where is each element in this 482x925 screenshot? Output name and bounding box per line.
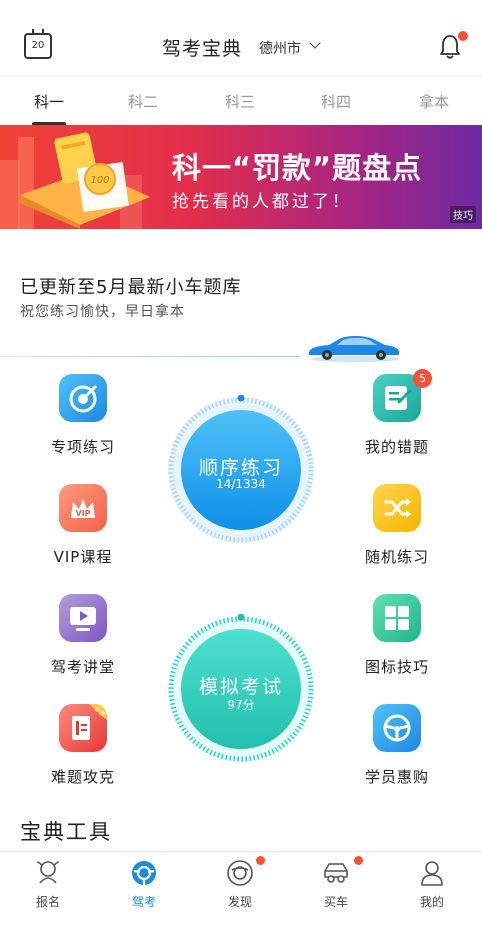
- banner-title: 科一“罚款”题盘点: [172, 151, 423, 185]
- nav-discover[interactable]: 发现: [192, 852, 288, 916]
- random-practice-item[interactable]: 随机练习: [347, 484, 447, 567]
- video-play-icon: [59, 594, 107, 642]
- banner-tag: 技巧: [450, 206, 476, 223]
- tab-subject-1[interactable]: 科一: [19, 91, 79, 112]
- app-title: 驾考宝典: [162, 38, 243, 60]
- nav-enroll-label: 报名: [35, 895, 60, 909]
- calendar-day: 20: [31, 40, 45, 51]
- special-practice-label: 专项练习: [50, 438, 115, 456]
- nav-driving-test-label: 驾考: [131, 895, 156, 909]
- tab-subject-2[interactable]: 科二: [113, 91, 173, 112]
- edit-note-icon: 5: [373, 369, 432, 422]
- sign-tips-label: 图标技巧: [364, 658, 429, 676]
- student-deals-label: 学员惠购: [364, 768, 429, 786]
- vip-course-label: VIP课程: [53, 548, 113, 566]
- nav-driving-test[interactable]: 驾考: [96, 852, 192, 916]
- my-mistakes-item[interactable]: 5 我的错题: [347, 369, 447, 457]
- buy-car-icon: [324, 863, 348, 883]
- nav-mine[interactable]: 我的: [384, 852, 480, 916]
- mistakes-count-badge: 5: [413, 369, 432, 388]
- vip-course-item[interactable]: VIP VIP课程: [33, 484, 133, 567]
- random-practice-label: 随机练习: [364, 548, 429, 566]
- steering-wheel-icon: [373, 704, 421, 752]
- discover-icon: [227, 860, 253, 886]
- subject-tabs: 科一 科二 科三 科四 拿本: [0, 76, 482, 126]
- profile-icon: [421, 861, 443, 886]
- sequential-practice-button[interactable]: 顺序练习 14/1334: [166, 394, 316, 545]
- lecture-hall-label: 驾考讲堂: [50, 658, 115, 676]
- mock-exam-label: 模拟考试: [198, 676, 283, 698]
- nav-buy-car-label: 买车: [323, 895, 348, 909]
- question-bank-update-subtitle: 祝您练习愉快，早日拿本: [20, 304, 185, 320]
- nav-buy-car[interactable]: 买车: [288, 852, 384, 916]
- enroll-icon: [37, 861, 59, 884]
- special-practice-item[interactable]: 专项练习: [33, 374, 133, 457]
- vip-crown-icon: VIP: [59, 484, 107, 532]
- tab-subject-3[interactable]: 科三: [210, 91, 270, 112]
- city-selector[interactable]: 德州市: [259, 38, 301, 58]
- road-line: [0, 356, 300, 357]
- banner-subtitle: 抢先看的人都过了！: [172, 192, 352, 212]
- nav-discover-dot: [256, 856, 265, 865]
- promo-banner[interactable]: 100 科一“罚款”题盘点 抢先看的人都过了！ 技巧: [0, 125, 482, 229]
- nav-enroll[interactable]: 报名: [0, 852, 96, 916]
- banner-coin-number: 100: [90, 175, 109, 186]
- book-icon: 必做: [59, 704, 107, 752]
- banner-illustration: 100: [0, 132, 150, 229]
- nav-discover-label: 发现: [227, 895, 252, 909]
- hard-questions-label: 难题攻克: [50, 768, 115, 786]
- sequential-practice-label: 顺序练习: [198, 457, 283, 479]
- lecture-hall-item[interactable]: 驾考讲堂: [33, 594, 133, 677]
- tab-get-license[interactable]: 拿本: [404, 91, 464, 112]
- hard-questions-item[interactable]: 必做 难题攻克: [33, 704, 133, 787]
- grid-icon: [373, 594, 421, 642]
- car-icon: [309, 335, 399, 362]
- mock-exam-button[interactable]: 模拟考试 97分: [166, 613, 316, 764]
- mock-exam-score: 97分: [227, 698, 255, 712]
- chevron-down-icon[interactable]: [309, 37, 321, 49]
- nav-mine-label: 我的: [419, 895, 444, 909]
- nav-buy-car-dot: [354, 856, 363, 865]
- vip-icon-text: VIP: [75, 509, 90, 518]
- target-icon: [59, 374, 107, 422]
- sign-tips-item[interactable]: 图标技巧: [347, 594, 447, 677]
- student-deals-item[interactable]: 学员惠购: [347, 704, 447, 787]
- driving-test-icon: [132, 861, 156, 885]
- my-mistakes-label: 我的错题: [364, 438, 429, 456]
- question-bank-update-title: 已更新至5月最新小车题库: [20, 277, 242, 298]
- calendar-icon[interactable]: 20: [24, 29, 52, 59]
- sequential-practice-progress: 14/1334: [216, 477, 266, 491]
- tab-subject-4[interactable]: 科四: [306, 91, 366, 112]
- shuffle-icon: [373, 484, 421, 532]
- notification-dot: [458, 31, 468, 41]
- bottom-navigation: 报名 驾考 发现 买车 我的: [0, 851, 482, 915]
- tools-section-title: 宝典工具: [20, 820, 112, 844]
- top-header: 20 驾考宝典 德州市: [0, 0, 482, 76]
